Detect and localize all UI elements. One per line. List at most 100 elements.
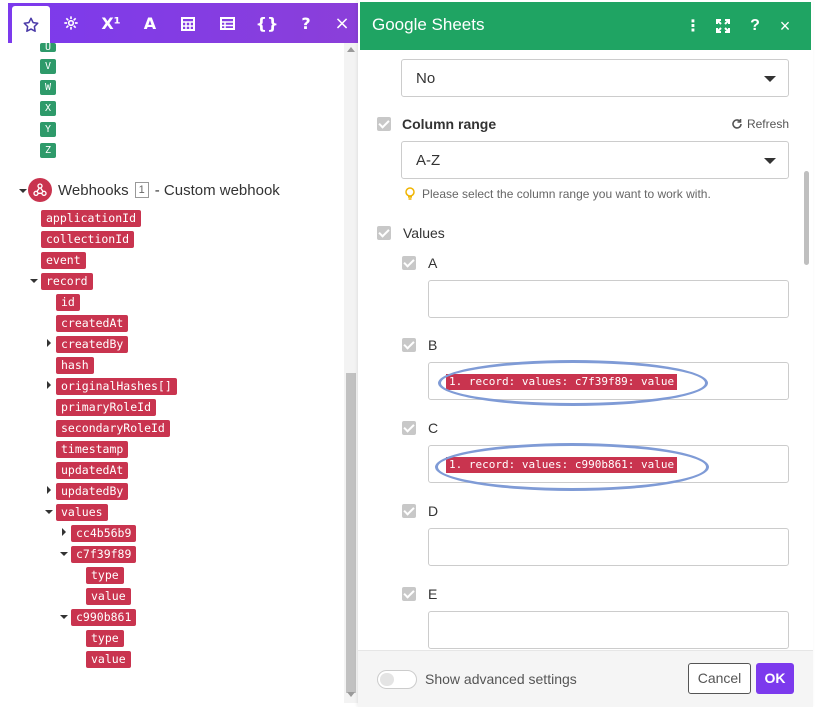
collapse-caret-icon[interactable] [60,615,68,619]
star-icon[interactable] [12,6,50,43]
tree-item-pill[interactable]: value [86,588,131,605]
expand-caret-icon[interactable] [47,381,51,389]
scroll-up-icon[interactable] [347,47,355,52]
table-icon[interactable] [208,3,246,43]
tree-item-pill[interactable]: hash [56,357,94,374]
refresh-icon [732,119,742,129]
scrollbar-thumb[interactable] [804,171,809,265]
tree-item-pill[interactable]: updatedBy [56,483,129,500]
column-range-select[interactable]: A-Z [401,141,789,179]
tree-item-pill[interactable]: c7f39f89 [71,546,137,563]
tree-item-pill[interactable]: updatedAt [56,462,129,479]
dropdown-arrow-icon [764,158,776,164]
close-icon[interactable]: × [774,15,796,37]
form-scrollbar[interactable] [802,50,813,650]
column-label-c: C [428,420,439,436]
cancel-button[interactable]: Cancel [688,663,751,694]
tree-item-pill[interactable]: originalHashes[] [56,378,177,395]
checkbox-icon[interactable] [402,421,416,435]
panel-title: Google Sheets [372,15,485,34]
checkbox-icon[interactable] [377,117,391,131]
webhook-name: Webhooks [58,181,129,199]
tree-item-pill[interactable]: value [86,651,131,668]
select-value: No [416,70,436,87]
column-label-e: E [428,586,438,602]
column-e-input[interactable] [428,611,789,649]
help-icon[interactable]: ? [744,15,766,37]
tree-item-pill[interactable]: timestamp [56,441,129,458]
top-select[interactable]: No [401,59,789,97]
braces-icon[interactable]: {} [248,3,286,43]
tree-item-pill[interactable]: createdBy [56,336,129,353]
scroll-down-icon[interactable] [347,692,355,697]
screen: X¹ A {} ? × U V W X Y Z Webhooks 1 - Cus… [0,0,824,707]
tree-item-pill[interactable]: cc4b56b9 [71,525,137,542]
tree-item-pill[interactable]: secondaryRoleId [56,420,170,437]
gear-icon[interactable] [52,3,90,43]
more-vert-icon[interactable]: ⋮ [682,15,704,37]
checkbox-icon[interactable] [402,256,416,270]
collapse-caret-icon[interactable] [45,510,53,514]
tree-item-pill[interactable]: createdAt [56,315,129,332]
expand-caret-icon[interactable] [47,339,51,347]
webhook-icon [28,178,52,202]
advanced-settings-label: Show advanced settings [425,671,577,687]
tree-scrollbar[interactable] [344,43,358,703]
tree-item-pill[interactable]: type [86,567,124,584]
column-range-hint: Please select the column range you want … [404,187,711,201]
expand-icon[interactable] [712,15,734,37]
letter-tag[interactable]: X [40,101,56,116]
module-settings-panel: Google Sheets ⋮ ? × No Column range Refr… [358,0,813,707]
tree-item-pill[interactable]: event [41,252,86,269]
scrollbar-thumb[interactable] [346,373,356,693]
expand-caret-icon[interactable] [47,486,51,494]
checkbox-icon[interactable] [402,338,416,352]
collapse-caret-icon[interactable] [60,552,68,556]
help-icon[interactable]: ? [294,3,318,43]
webhook-suffix: - Custom webhook [154,181,280,199]
checkbox-icon[interactable] [377,226,391,240]
calendar-icon[interactable] [169,3,207,43]
dropdown-arrow-icon [764,76,776,82]
tree-item-pill[interactable]: record [41,273,93,290]
toggle-knob [380,673,394,686]
refresh-button[interactable]: Refresh [731,117,789,131]
letter-tag[interactable]: Y [40,122,56,137]
column-label-b: B [428,337,438,353]
letter-tag[interactable]: U [40,43,56,53]
column-a-input[interactable] [428,280,789,318]
highlight-oval [435,443,709,491]
text-icon[interactable]: A [131,3,169,43]
ok-button[interactable]: OK [756,663,794,694]
superscript-icon[interactable]: X¹ [92,3,130,43]
highlight-oval [438,360,708,406]
tree-item-pill[interactable]: collectionId [41,231,135,248]
checkbox-icon[interactable] [402,504,416,518]
mapping-panel: X¹ A {} ? × U V W X Y Z Webhooks 1 - Cus… [8,3,358,703]
tree-item-pill[interactable]: applicationId [41,210,142,227]
tree-item-pill[interactable]: id [56,294,80,311]
module-number-badge: 1 [134,182,149,198]
tree-item-pill[interactable]: values [56,504,108,521]
mapping-toolbar: X¹ A {} ? × [8,3,358,43]
column-d-input[interactable] [428,528,789,566]
values-label: Values [403,225,445,241]
column-range-label: Column range [402,116,497,132]
panel-header: Google Sheets ⋮ ? × [360,2,811,50]
tree-item-pill[interactable]: c990b861 [71,609,137,626]
letter-tag[interactable]: V [40,59,56,74]
settings-form: No Column range Refresh A-Z Please selec… [358,50,813,650]
letter-tag[interactable]: W [40,80,56,95]
collapse-caret-icon[interactable] [30,279,38,283]
tree-item-pill[interactable]: type [86,630,124,647]
panel-footer: Show advanced settings Cancel OK [358,650,813,707]
advanced-settings-toggle[interactable] [377,670,417,689]
expand-caret-icon[interactable] [62,528,66,536]
webhook-module[interactable]: Webhooks 1 - Custom webhook [16,177,280,203]
tree-item-pill[interactable]: primaryRoleId [56,399,157,416]
select-value: A-Z [416,152,441,169]
letter-tag[interactable]: Z [40,143,56,158]
checkbox-icon[interactable] [402,587,416,601]
column-label-d: D [428,503,439,519]
close-icon[interactable]: × [330,3,354,43]
